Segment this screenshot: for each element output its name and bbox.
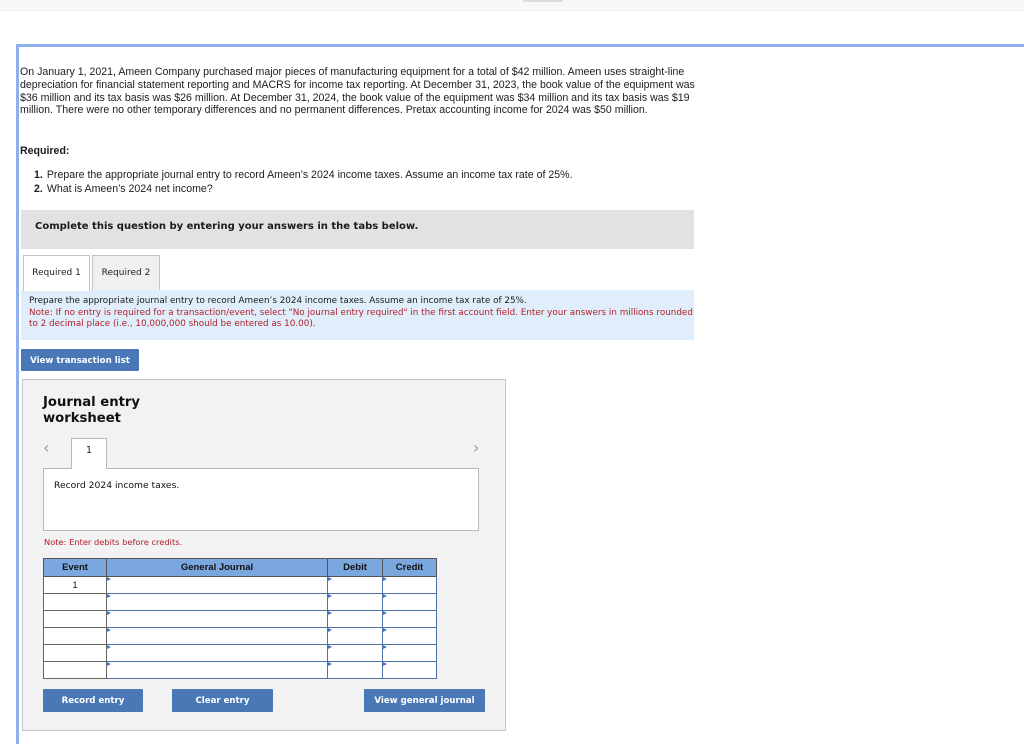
account-input[interactable] <box>106 661 328 679</box>
credit-input[interactable] <box>382 593 437 611</box>
entry-description: Record 2024 income taxes. <box>43 468 479 531</box>
table-row <box>43 610 437 628</box>
event-cell <box>43 593 107 611</box>
table-header-row: Event General Journal Debit Credit <box>43 558 437 577</box>
complete-question-banner: Complete this question by entering your … <box>21 210 694 249</box>
chevron-right-icon[interactable]: › <box>473 438 479 457</box>
tab-required-1[interactable]: Required 1 <box>23 255 90 291</box>
debit-input[interactable] <box>327 593 383 611</box>
account-input[interactable] <box>106 610 328 628</box>
table-row <box>43 644 437 662</box>
required-item-2: 2. What is Ameen’s 2024 net income? <box>34 183 573 197</box>
journal-entry-worksheet: Journal entry worksheet ‹ 1 › Record 202… <box>22 379 506 731</box>
debit-input[interactable] <box>327 644 383 662</box>
event-cell <box>43 661 107 679</box>
required-item-number: 2. <box>34 182 43 195</box>
credit-input[interactable] <box>382 627 437 645</box>
instructions-note: Note: If no entry is required for a tran… <box>29 307 693 330</box>
table-row <box>43 627 437 645</box>
header-debit: Debit <box>327 558 383 577</box>
view-transaction-list-button[interactable]: View transaction list <box>21 349 139 371</box>
required-item-text: What is Ameen’s 2024 net income? <box>46 182 213 195</box>
chevron-left-icon[interactable]: ‹ <box>43 438 49 457</box>
account-input[interactable] <box>106 576 328 594</box>
debit-input[interactable] <box>327 661 383 679</box>
header-event: Event <box>43 558 107 577</box>
event-cell <box>43 610 107 628</box>
event-cell <box>43 627 107 645</box>
account-input[interactable] <box>106 627 328 645</box>
record-entry-button[interactable]: Record entry <box>43 689 143 712</box>
debits-before-credits-note: Note: Enter debits before credits. <box>44 537 183 547</box>
view-general-journal-button[interactable]: View general journal <box>364 689 485 712</box>
table-row <box>43 593 437 611</box>
credit-input[interactable] <box>382 610 437 628</box>
tab-required-2[interactable]: Required 2 <box>92 255 160 290</box>
problem-statement: On January 1, 2021, Ameen Company purcha… <box>20 66 695 117</box>
required-item-1: 1. Prepare the appropriate journal entry … <box>34 169 573 183</box>
entry-tab-1[interactable]: 1 <box>71 438 107 469</box>
table-row: 1 <box>43 576 437 594</box>
instructions-panel: Prepare the appropriate journal entry to… <box>21 290 694 340</box>
clear-entry-button[interactable]: Clear entry <box>172 689 273 712</box>
header-general-journal: General Journal <box>106 558 328 577</box>
event-cell: 1 <box>43 576 107 594</box>
required-item-text: Prepare the appropriate journal entry to… <box>46 169 573 181</box>
event-cell <box>43 644 107 662</box>
general-journal-table: Event General Journal Debit Credit 1 <box>43 558 437 679</box>
table-row <box>43 661 437 679</box>
instructions-text: Prepare the appropriate journal entry to… <box>29 296 527 306</box>
browser-top-bar <box>0 0 1024 11</box>
credit-input[interactable] <box>382 644 437 662</box>
required-heading: Required: <box>20 145 70 157</box>
account-input[interactable] <box>106 593 328 611</box>
worksheet-title: Journal entry worksheet <box>43 395 140 426</box>
credit-input[interactable] <box>382 661 437 679</box>
drag-handle[interactable] <box>523 0 563 2</box>
debit-input[interactable] <box>327 627 383 645</box>
required-list: 1. Prepare the appropriate journal entry … <box>34 169 573 196</box>
credit-input[interactable] <box>382 576 437 594</box>
required-item-number: 1. <box>34 169 43 181</box>
debit-input[interactable] <box>327 610 383 628</box>
account-input[interactable] <box>106 644 328 662</box>
debit-input[interactable] <box>327 576 383 594</box>
header-credit: Credit <box>382 558 437 577</box>
